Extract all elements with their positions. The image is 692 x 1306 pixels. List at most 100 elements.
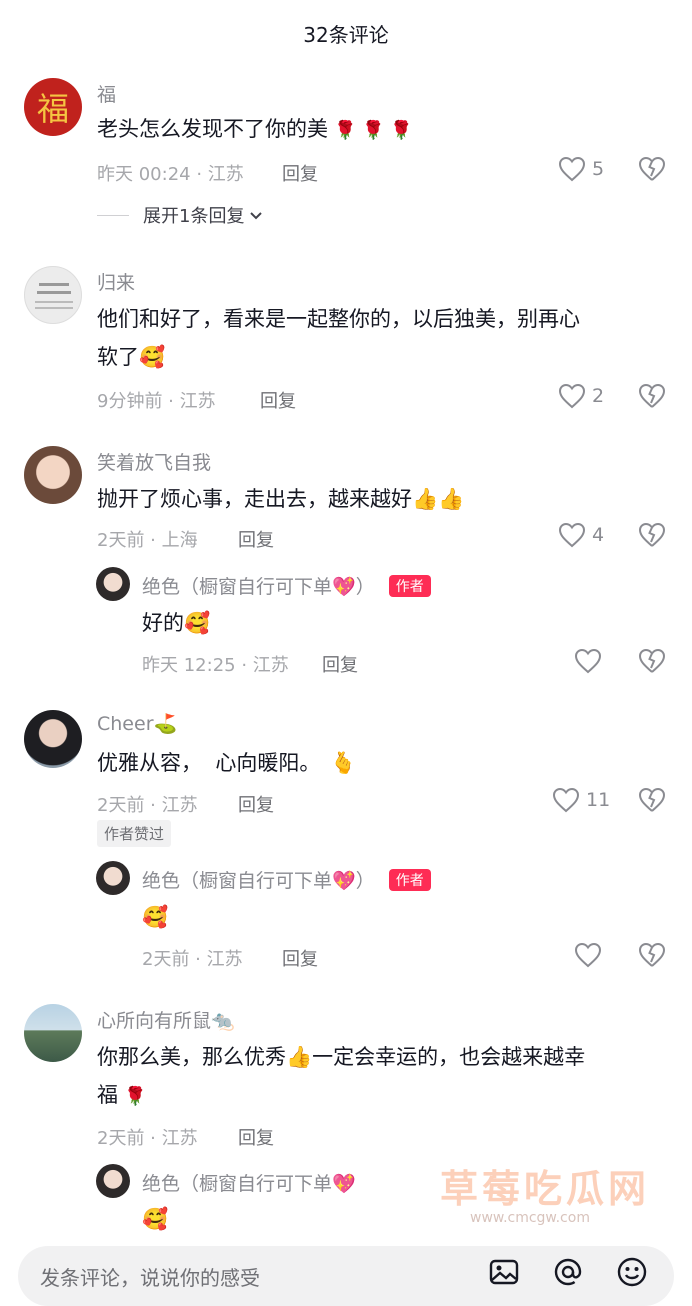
avatar[interactable] xyxy=(24,1004,82,1062)
comment-text-line: 你那么美，那么优秀👍一定会幸运的，也会越来越幸 xyxy=(97,1038,667,1076)
reply-username[interactable]: 绝色（橱窗自行可下单💖） 作者 xyxy=(142,866,431,893)
author-liked-badge: 作者赞过 xyxy=(97,820,172,847)
heart-icon xyxy=(574,942,602,968)
heart-icon xyxy=(558,522,586,548)
comment-text: 你那么美，那么优秀👍一定会幸运的，也会越来越幸 福 🌹 xyxy=(97,1038,667,1116)
expand-replies-button[interactable]: 展开1条回复 xyxy=(97,202,264,228)
watermark-text: 草莓吃瓜网 xyxy=(440,1167,651,1211)
dislike-button[interactable] xyxy=(638,383,666,413)
comment-text-body: 优雅从容， 心向暖阳。 xyxy=(97,751,321,775)
broken-heart-icon xyxy=(638,648,666,673)
like-button[interactable]: 5 xyxy=(558,156,604,182)
reply-username-close: ） xyxy=(355,870,375,892)
like-count: 4 xyxy=(592,524,605,546)
finger-heart-emoji-icon: 🫰 xyxy=(330,751,357,775)
like-button[interactable]: 4 xyxy=(558,522,604,548)
comment-username[interactable]: 心所向有所鼠🐀 xyxy=(97,1006,235,1033)
reply-button[interactable]: 回复 xyxy=(238,1124,274,1150)
reply-button[interactable]: 回复 xyxy=(282,945,318,971)
avatar-text-graphic xyxy=(35,307,73,309)
reply-text: 🥰 xyxy=(142,1200,168,1238)
broken-heart-icon xyxy=(638,156,666,181)
comment-username-text: 心所向有所鼠 xyxy=(97,1010,212,1032)
comments-header: 32条评论 xyxy=(0,0,692,66)
like-count: 11 xyxy=(586,789,611,811)
comment-text-body: 抛开了烦心事，走出去，越来越好 xyxy=(97,487,412,511)
hug-emoji-icon: 🥰 xyxy=(184,611,211,635)
hug-emoji-icon: 🥰 xyxy=(142,1207,169,1231)
comment-text: 他们和好了，看来是一起整你的，以后独美，别再心 软了🥰 xyxy=(97,300,667,376)
hug-emoji-icon: 🥰 xyxy=(139,345,166,369)
comment-text: 优雅从容， 心向暖阳。 🫰 xyxy=(97,744,357,782)
heart-emoji-icon: 💖 xyxy=(332,576,356,598)
comment-text-body: 一定会幸运的，也会越来越幸 xyxy=(312,1045,586,1069)
comment-username[interactable]: 归来 xyxy=(97,268,135,295)
avatar[interactable] xyxy=(24,446,82,504)
dislike-button[interactable] xyxy=(638,942,666,972)
reply-username[interactable]: 绝色（橱窗自行可下单💖） 作者 xyxy=(142,572,431,599)
rose-emoji-icon: 🌹 xyxy=(124,1086,147,1107)
rat-emoji-icon: 🐀 xyxy=(211,1010,235,1032)
comment-text-line: 他们和好了，看来是一起整你的，以后独美，别再心 xyxy=(97,307,580,331)
reply-username-text: 绝色（橱窗自行可下单 xyxy=(142,576,333,598)
reply-button[interactable]: 回复 xyxy=(238,791,274,817)
comment-time-location: 昨天 00:24 · 江苏 xyxy=(97,164,244,185)
avatar[interactable] xyxy=(24,710,82,768)
like-button[interactable] xyxy=(574,648,602,674)
like-button[interactable]: 11 xyxy=(552,787,610,813)
like-button[interactable]: 2 xyxy=(558,383,604,409)
reply-avatar[interactable] xyxy=(96,567,130,601)
reply-time-location: 2天前 · 江苏 xyxy=(142,949,243,970)
mention-button[interactable] xyxy=(552,1256,584,1292)
dislike-button[interactable] xyxy=(638,648,666,678)
reply-text: 好的🥰 xyxy=(142,604,210,642)
comment-text: 抛开了烦心事，走出去，越来越好👍👍 xyxy=(97,480,464,518)
heart-icon xyxy=(574,648,602,674)
reply-button[interactable]: 回复 xyxy=(282,160,318,186)
at-icon xyxy=(554,1258,582,1286)
broken-heart-icon xyxy=(638,787,666,812)
reply-button[interactable]: 回复 xyxy=(260,387,296,413)
comment-username[interactable]: 福 xyxy=(97,80,116,107)
avatar-text-graphic xyxy=(35,301,73,303)
avatar[interactable] xyxy=(24,266,82,324)
heart-emoji-icon: 💖 xyxy=(332,870,356,892)
comment-input-bar[interactable]: 发条评论，说说你的感受 xyxy=(18,1246,674,1306)
comment-username[interactable]: Cheer⛳ xyxy=(97,712,177,735)
expand-divider xyxy=(97,214,129,216)
thumbs-up-emoji-icon: 👍👍 xyxy=(412,487,465,511)
rose-emoji-icon: 🌹 🌹 🌹 xyxy=(334,120,413,141)
reply-avatar[interactable] xyxy=(96,861,130,895)
comment-text-body: 老头怎么发现不了你的美 xyxy=(97,117,328,141)
thumbs-up-emoji-icon: 👍 xyxy=(286,1045,313,1069)
comment-input-placeholder[interactable]: 发条评论，说说你的感受 xyxy=(40,1262,260,1291)
like-count: 5 xyxy=(592,158,605,180)
chevron-down-icon xyxy=(250,212,263,220)
reply-username[interactable]: 绝色（橱窗自行可下单💖 xyxy=(142,1169,356,1196)
reply-avatar[interactable] xyxy=(96,1164,130,1198)
expand-replies-label: 展开1条回复 xyxy=(143,206,245,227)
reply-username-text: 绝色（橱窗自行可下单 xyxy=(142,870,333,892)
dislike-button[interactable] xyxy=(638,156,666,186)
golf-flag-emoji-icon: ⛳ xyxy=(153,713,178,735)
dislike-button[interactable] xyxy=(638,787,666,817)
reply-button[interactable]: 回复 xyxy=(238,526,274,552)
emoji-button[interactable] xyxy=(616,1256,648,1292)
comment-username-text: Cheer xyxy=(97,713,154,735)
reply-text-body: 好的 xyxy=(142,611,184,635)
watermark-url: www.cmcgw.com xyxy=(470,1210,590,1226)
comment-text-line: 软了🥰 xyxy=(97,338,667,376)
comment-time-location: 2天前 · 上海 xyxy=(97,530,198,551)
heart-emoji-icon: 💖 xyxy=(332,1173,356,1195)
image-button[interactable] xyxy=(488,1256,520,1292)
reply-button[interactable]: 回复 xyxy=(322,651,358,677)
comment-text-body: 软了 xyxy=(97,345,139,369)
like-button[interactable] xyxy=(574,942,602,968)
avatar[interactable]: 福 xyxy=(24,78,82,136)
dislike-button[interactable] xyxy=(638,522,666,552)
image-icon xyxy=(489,1259,519,1285)
comment-username[interactable]: 笑着放飞自我 xyxy=(97,448,211,475)
broken-heart-icon xyxy=(638,383,666,408)
author-tag: 作者 xyxy=(388,575,431,597)
broken-heart-icon xyxy=(638,942,666,967)
